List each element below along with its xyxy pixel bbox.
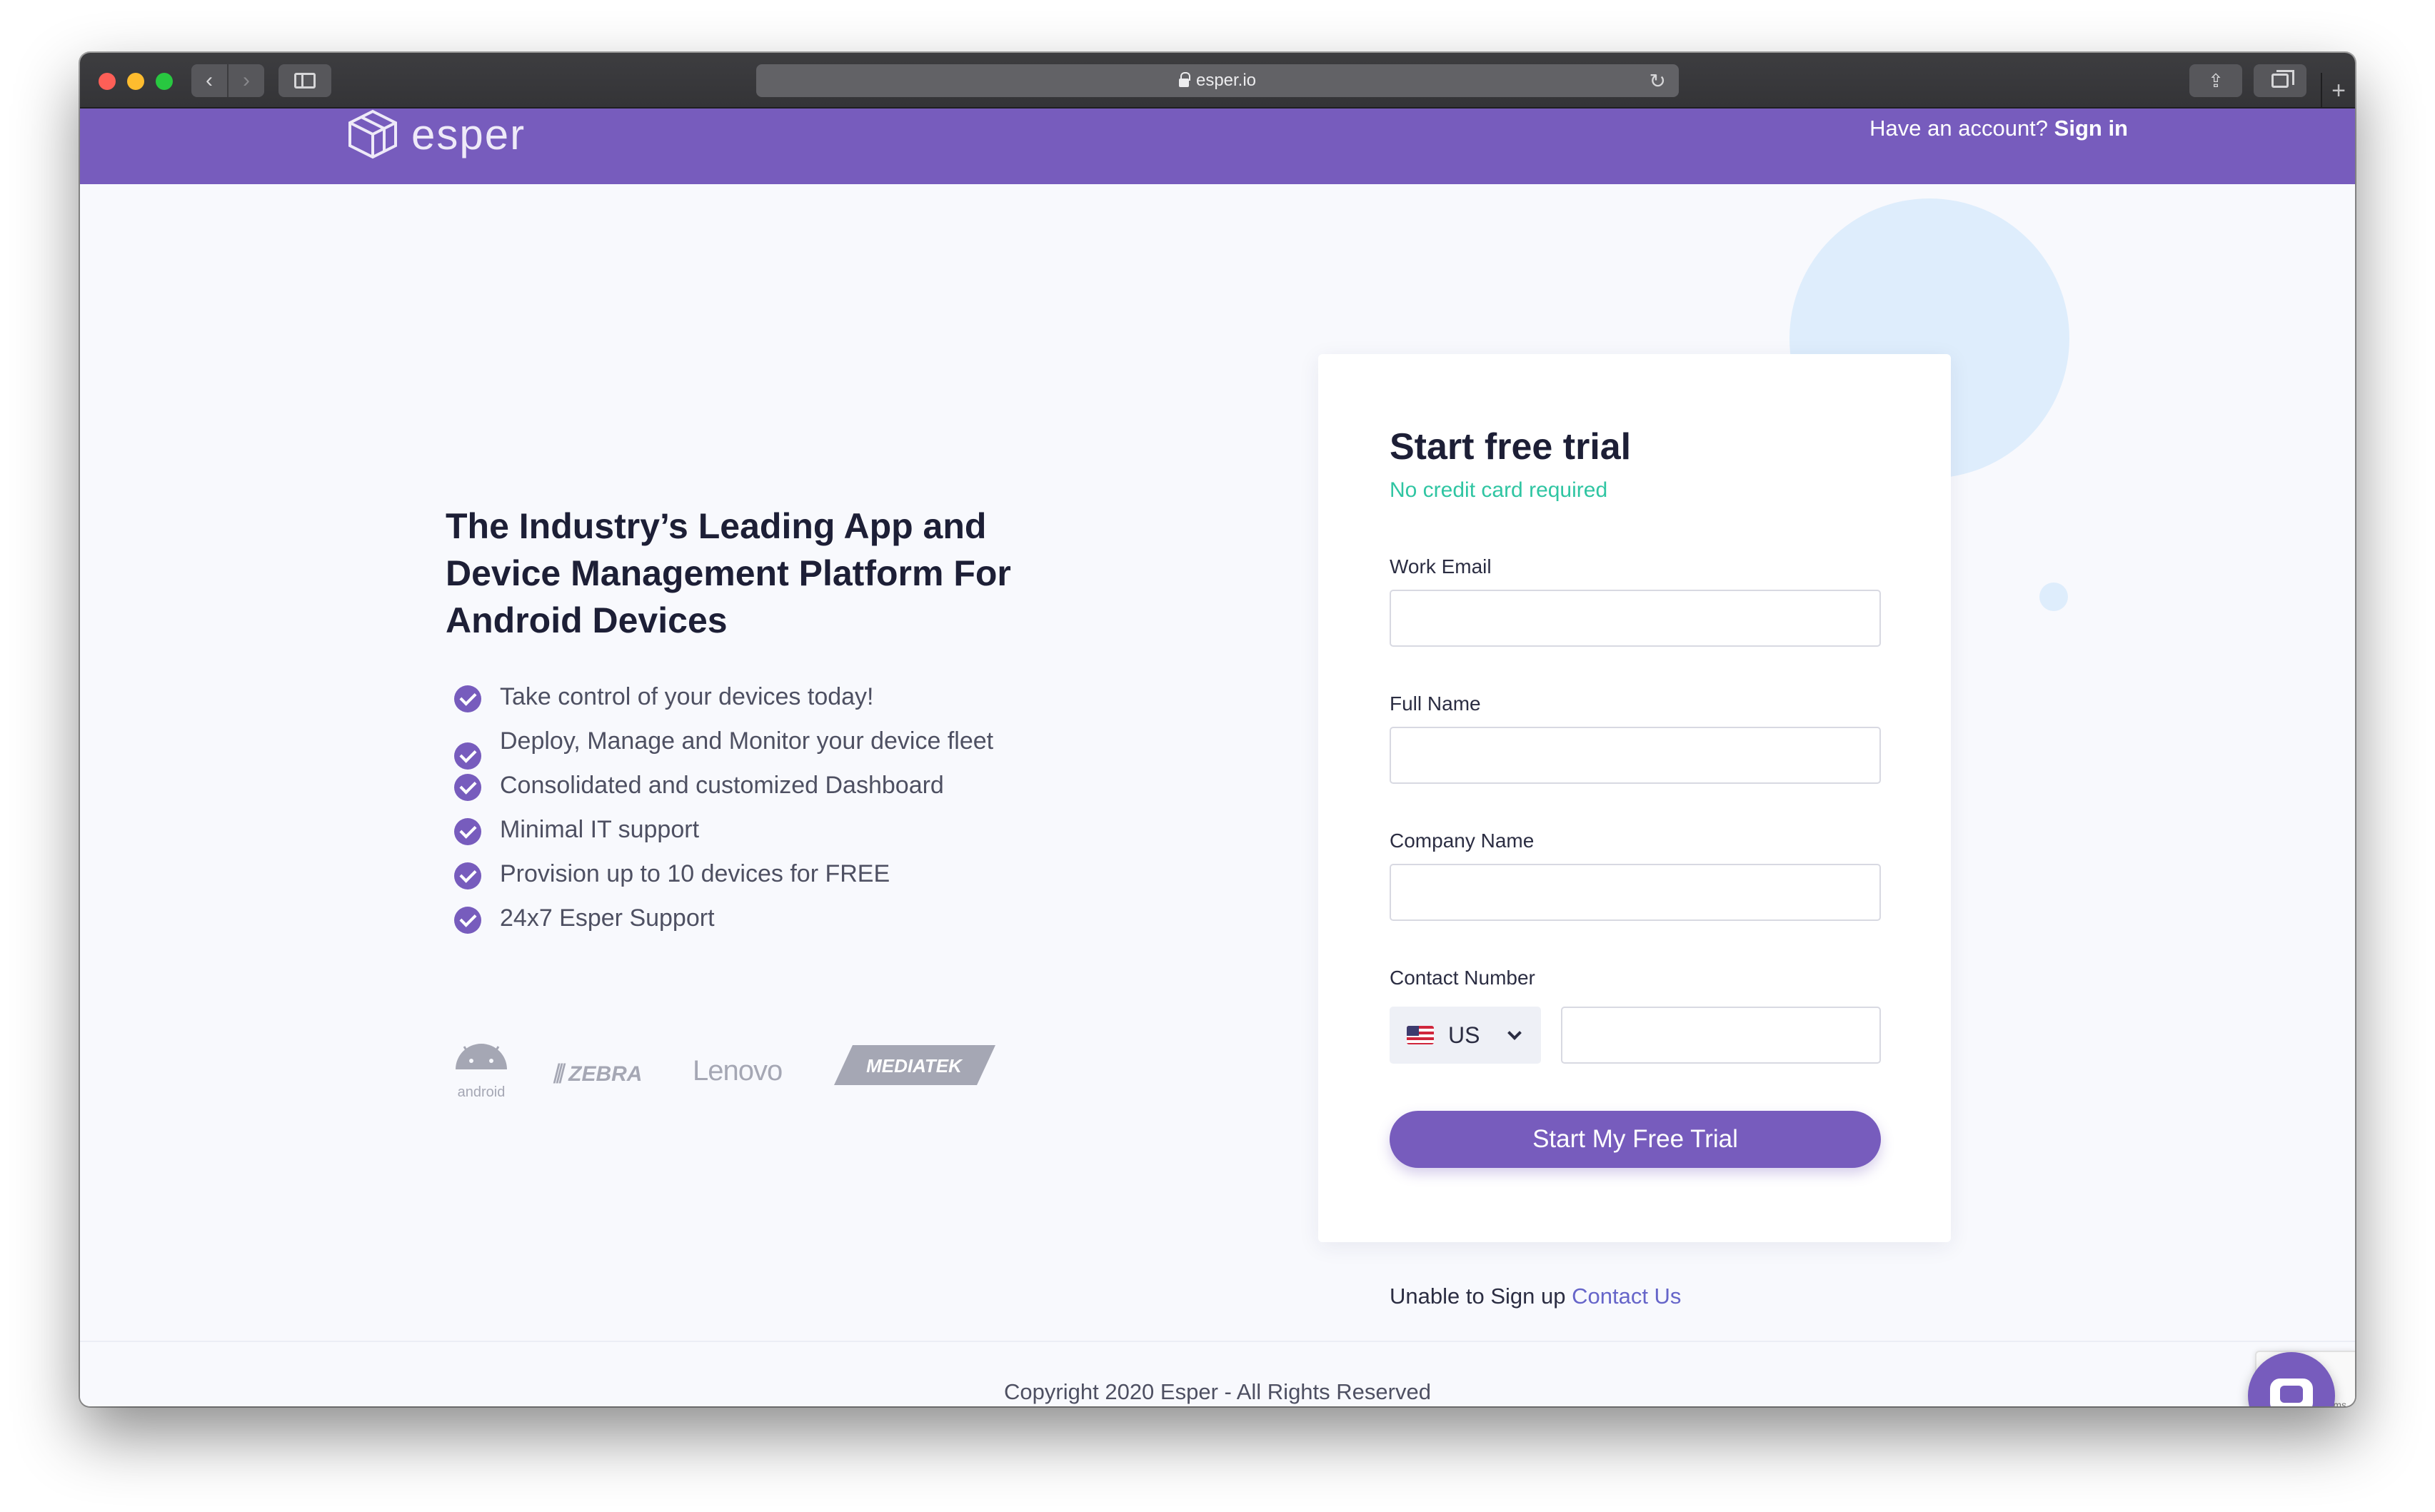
- reload-icon[interactable]: ↻: [1650, 69, 1666, 93]
- footer-divider: [80, 1341, 2355, 1342]
- check-circle-icon: [454, 907, 481, 934]
- feature-item: Take control of your devices today!: [446, 680, 1031, 714]
- country-code-value: US: [1448, 1022, 1480, 1048]
- check-circle-icon: [454, 742, 481, 770]
- tabs-icon: [2271, 70, 2294, 88]
- chat-icon: [2270, 1379, 2313, 1406]
- feature-item: Consolidated and customized Dashboard: [446, 768, 1031, 802]
- feature-text: Deploy, Manage and Monitor your device f…: [500, 727, 994, 755]
- feature-text: Consolidated and customized Dashboard: [500, 772, 944, 799]
- check-circle-icon: [454, 685, 481, 712]
- form-title: Start free trial: [1390, 426, 1632, 468]
- feature-item: Minimal IT support: [446, 812, 1031, 847]
- check-circle-icon: [454, 774, 481, 801]
- account-prompt-text: Have an account?: [1869, 116, 2049, 141]
- sign-in-link[interactable]: Sign in: [2054, 116, 2128, 141]
- browser-window: ‹ › esper.io ↻ ⇪ + esper Have an account…: [80, 53, 2355, 1406]
- close-window-button[interactable]: [99, 73, 116, 90]
- contact-number-label: Contact Number: [1390, 967, 1535, 989]
- company-name-field[interactable]: [1390, 864, 1881, 921]
- partner-logos: android ⫼ ZEBRA Lenovo MEDIATEK: [446, 1034, 1074, 1105]
- sidebar-toggle-button[interactable]: [278, 64, 331, 97]
- lock-icon: [1178, 72, 1190, 87]
- feature-item: Deploy, Manage and Monitor your device f…: [446, 724, 1031, 770]
- email-field[interactable]: [1390, 590, 1881, 647]
- account-prompt: Have an account? Sign in: [1869, 116, 2128, 141]
- feature-item: Provision up to 10 devices for FREE: [446, 857, 1031, 891]
- share-button[interactable]: ⇪: [2189, 64, 2242, 97]
- check-circle-icon: [454, 862, 481, 889]
- share-icon: ⇪: [2208, 69, 2224, 91]
- address-bar[interactable]: esper.io ↻: [756, 64, 1679, 97]
- full-name-label: Full Name: [1390, 692, 1481, 715]
- signup-help: Unable to Sign up Contact Us: [1390, 1284, 1681, 1309]
- copyright-text: Copyright 2020 Esper - All Rights Reserv…: [1004, 1379, 1431, 1404]
- history-nav: ‹ ›: [191, 64, 264, 97]
- form-subtitle: No credit card required: [1390, 478, 1608, 502]
- contact-us-link[interactable]: Contact Us: [1572, 1284, 1681, 1309]
- esper-logo[interactable]: esper: [346, 109, 526, 160]
- signup-help-text: Unable to Sign up: [1390, 1284, 1566, 1309]
- forward-button[interactable]: ›: [227, 64, 264, 97]
- back-button[interactable]: ‹: [191, 64, 227, 97]
- feature-text: 24x7 Esper Support: [500, 904, 715, 932]
- zoom-window-button[interactable]: [156, 73, 173, 90]
- android-wordmark: android: [458, 1084, 506, 1100]
- feature-text: Minimal IT support: [500, 816, 700, 843]
- site-header: esper Have an account? Sign in: [80, 109, 2355, 184]
- country-code-select[interactable]: US: [1390, 1007, 1541, 1064]
- chevron-down-icon: [1507, 1026, 1522, 1040]
- mediatek-wordmark: MEDIATEK: [866, 1055, 963, 1077]
- show-tabs-button[interactable]: [2254, 64, 2306, 97]
- feature-list: Take control of your devices today! Depl…: [446, 680, 1031, 945]
- lenovo-logo: Lenovo: [693, 1055, 783, 1087]
- sidebar-icon: [294, 73, 316, 89]
- page-content: esper Have an account? Sign in The Indus…: [80, 109, 2355, 1406]
- feature-item: 24x7 Esper Support: [446, 901, 1031, 935]
- us-flag-icon: [1407, 1026, 1434, 1044]
- feature-text: Provision up to 10 devices for FREE: [500, 860, 890, 887]
- start-trial-button[interactable]: Start My Free Trial: [1390, 1111, 1881, 1168]
- zebra-wordmark: ZEBRA: [568, 1062, 643, 1086]
- browser-toolbar: ‹ › esper.io ↻ ⇪ +: [80, 53, 2355, 109]
- new-tab-button[interactable]: +: [2321, 73, 2355, 109]
- url-text: esper.io: [1195, 71, 1257, 90]
- email-label: Work Email: [1390, 555, 1492, 578]
- company-name-label: Company Name: [1390, 830, 1535, 852]
- android-logo: android: [456, 1044, 507, 1100]
- signup-form: Start free trial No credit card required…: [1318, 354, 1951, 1242]
- phone-number-field[interactable]: [1561, 1007, 1881, 1064]
- hero-headline: The Industry’s Leading App and Device Ma…: [446, 506, 1011, 640]
- zebra-logo: ⫼ ZEBRA: [553, 1062, 643, 1086]
- check-circle-icon: [454, 818, 481, 845]
- full-name-field[interactable]: [1390, 727, 1881, 784]
- decorative-dot: [2039, 583, 2068, 611]
- logo-wordmark: esper: [411, 110, 526, 158]
- minimize-window-button[interactable]: [127, 73, 144, 90]
- feature-text: Take control of your devices today!: [500, 683, 874, 710]
- esper-cube-icon: [348, 109, 397, 159]
- mediatek-logo: MEDIATEK: [834, 1045, 995, 1085]
